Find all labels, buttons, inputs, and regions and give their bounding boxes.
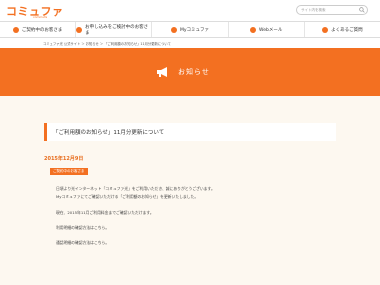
article-link[interactable]: 通話明細の確認方法はこちら。 (56, 240, 109, 246)
nav-item-webmail[interactable]: Webメール (229, 22, 305, 37)
page-title: お知らせ (178, 68, 210, 76)
search-icon[interactable] (359, 7, 365, 13)
article-paragraph: 現在、2015年11月ご利用料金までご確認いただけます。 (56, 210, 154, 215)
nav-label: Webメール (259, 27, 283, 33)
question-icon (322, 26, 329, 33)
article-title: 「ご利用額のお知らせ」11月分更新について (53, 130, 165, 136)
nav-label: よくあるご質問 (331, 27, 363, 33)
article-paragraph: Myコミュファにてご確認いただける「ご利用額のお知らせ」を更新いたしました。 (56, 194, 199, 199)
hero-banner: お知らせ (0, 48, 380, 96)
person-icon (12, 26, 19, 33)
article-paragraph: 日頃より光インターネット「コミュファ光」をご利用いただき、誠にありがとうございま… (56, 186, 215, 191)
category-badge: ご契約中のお客さま (50, 168, 88, 175)
mail-icon (250, 26, 257, 33)
heart-icon (170, 26, 177, 33)
logo-subtitle: commufa (33, 15, 48, 19)
article-title-box: 「ご利用額のお知らせ」11月分更新について (44, 123, 336, 141)
nav-item-current-customers[interactable]: ご契約中のお客さま (0, 22, 77, 37)
nav-item-prospective-customers[interactable]: お申し込みをご検討中のお客さま (76, 22, 153, 37)
article-link[interactable]: 利用明細の確認方法はこちら。 (56, 225, 109, 231)
search-placeholder: サイト内を検索 (301, 8, 326, 12)
nav-item-faq[interactable]: よくあるご質問 (305, 22, 380, 37)
search-input[interactable]: サイト内を検索 (296, 5, 368, 15)
nav-label: ご契約中のお客さま (21, 27, 63, 33)
person-icon (76, 26, 83, 33)
main-nav: ご契約中のお客さま お申し込みをご検討中のお客さま Myコミュファ Webメール… (0, 21, 380, 38)
megaphone-icon (157, 67, 167, 77)
nav-label: お申し込みをご検討中のお客さま (85, 24, 149, 36)
article-date: 2015年12月9日 (44, 156, 84, 162)
breadcrumb[interactable]: コミュファ光 公式サイト ＞ お知らせ ＞ 「ご利用額のお知らせ」11月分更新に… (43, 41, 171, 46)
nav-item-my-commufa[interactable]: Myコミュファ (152, 22, 229, 37)
site-header: コミュファ commufa サイト内を検索 (0, 0, 380, 20)
nav-label: Myコミュファ (179, 27, 210, 33)
